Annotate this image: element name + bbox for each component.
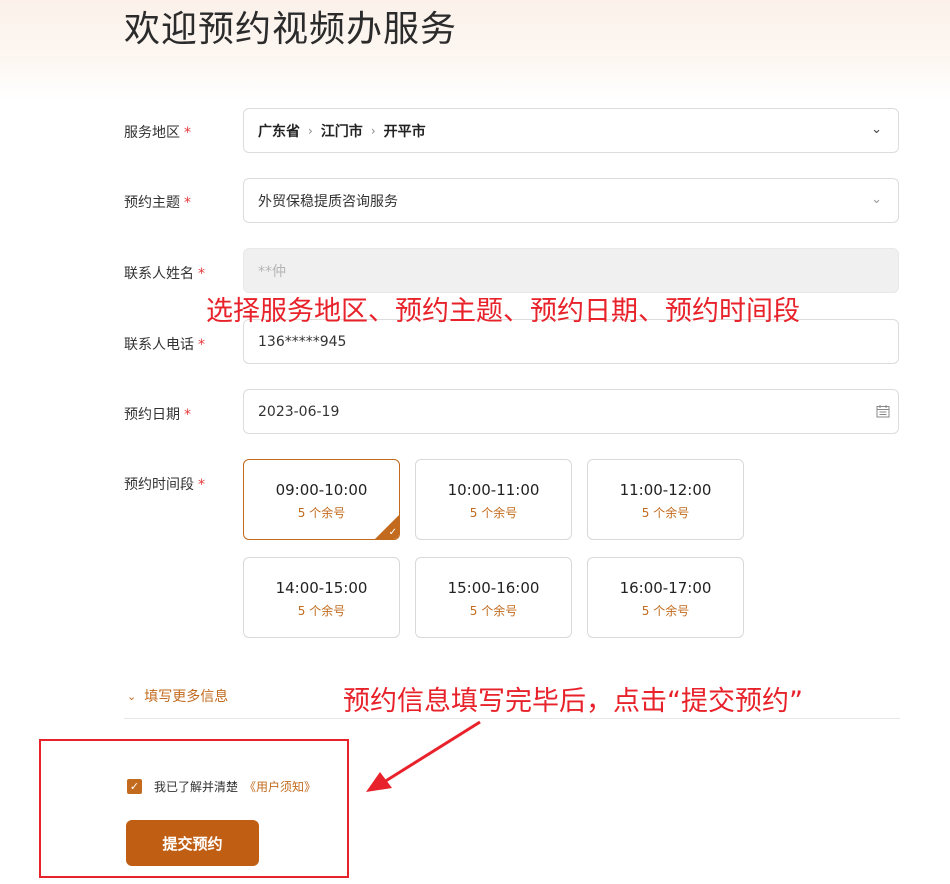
- agreement-checkbox[interactable]: ✓: [127, 779, 142, 794]
- user-notice-link[interactable]: 《用户须知》: [244, 778, 316, 795]
- agreement-row: ✓ 我已了解并清楚 《用户须知》: [127, 778, 316, 795]
- submit-button[interactable]: 提交预约: [126, 820, 259, 866]
- arrow-annotation: [366, 720, 481, 792]
- agreement-text: 我已了解并清楚: [154, 780, 239, 794]
